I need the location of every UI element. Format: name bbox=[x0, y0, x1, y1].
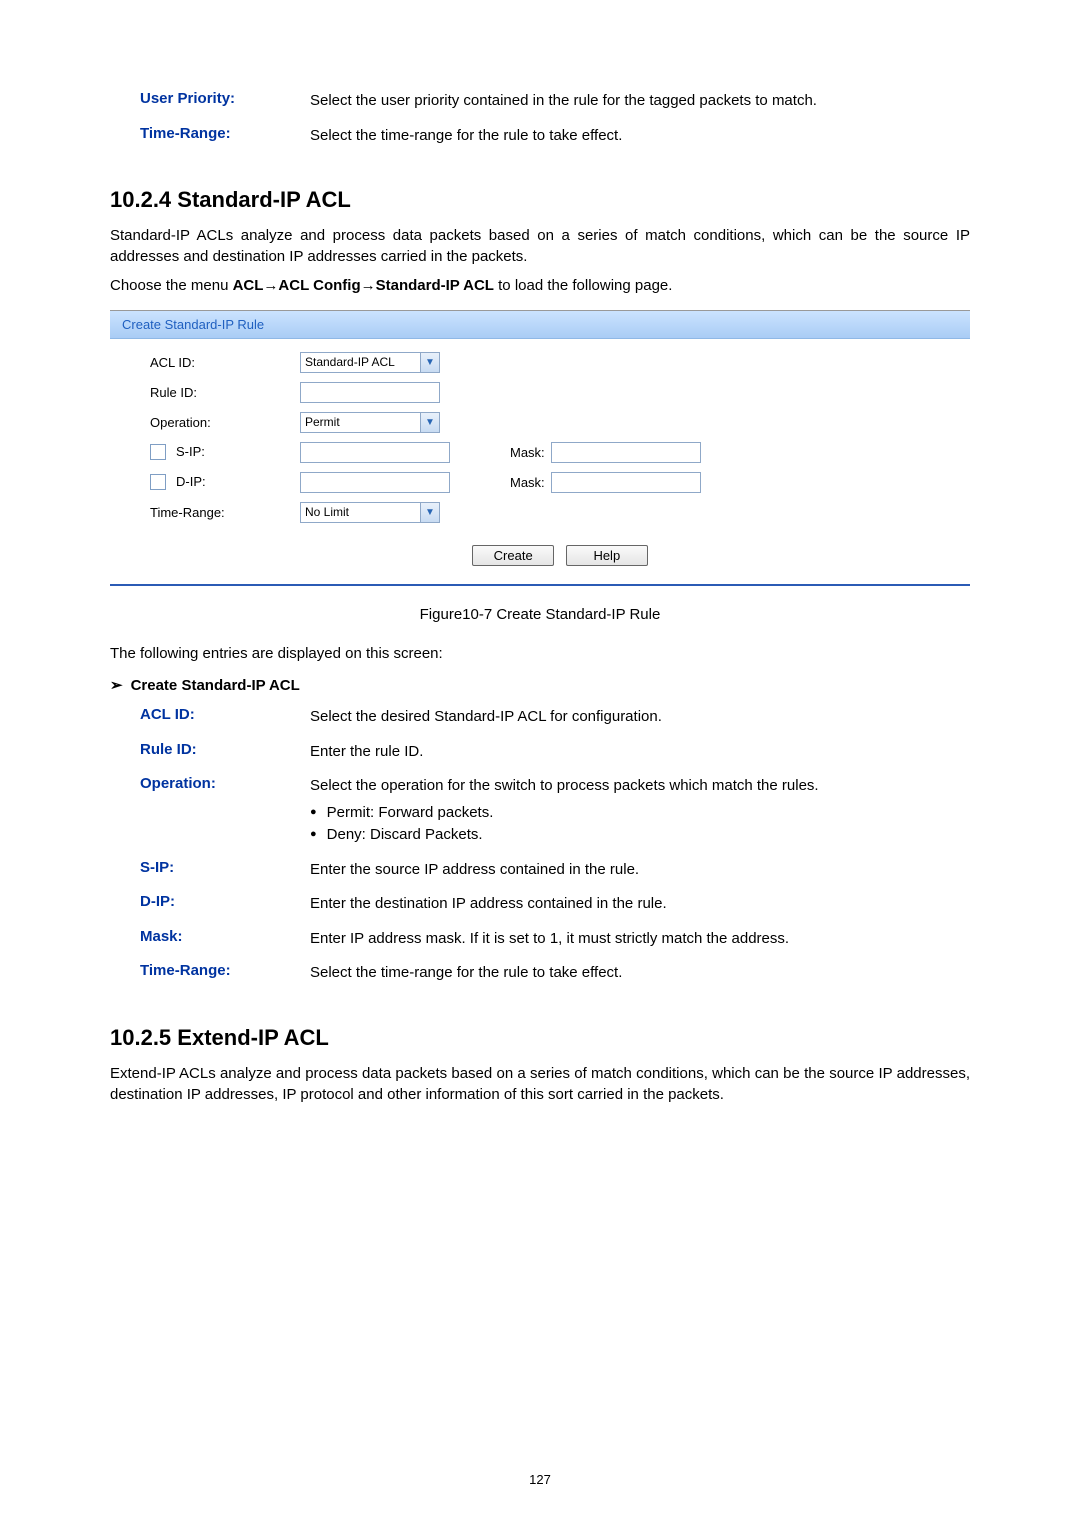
sip-input[interactable] bbox=[300, 442, 450, 463]
sip-mask-input[interactable] bbox=[551, 442, 701, 463]
section-para: Standard-IP ACLs analyze and process dat… bbox=[110, 225, 970, 267]
definition-desc: Select the operation for the switch to p… bbox=[310, 775, 970, 847]
definition-desc: Select the time-range for the rule to ta… bbox=[310, 962, 970, 985]
operation-label: Operation: bbox=[150, 415, 300, 430]
panel-body: ACL ID: Standard-IP ACL ▼ Rule ID: Opera… bbox=[110, 339, 970, 566]
acl-id-value: Standard-IP ACL bbox=[305, 355, 395, 369]
form-row-rule-id: Rule ID: bbox=[150, 377, 970, 407]
definition-label: ACL ID: bbox=[110, 706, 310, 729]
dip-checkbox[interactable] bbox=[150, 474, 166, 490]
section-para: Extend-IP ACLs analyze and process data … bbox=[110, 1063, 970, 1105]
form-row-time-range: Time-Range: No Limit ▼ bbox=[150, 497, 970, 527]
definition-label: Time-Range: bbox=[110, 962, 310, 985]
dip-label: D-IP: bbox=[150, 474, 300, 491]
definition-row: Mask:Enter IP address mask. If it is set… bbox=[110, 928, 970, 951]
definition-row: Rule ID:Enter the rule ID. bbox=[110, 741, 970, 764]
bullet-list: Permit: Forward packets.Deny: Discard Pa… bbox=[310, 802, 970, 847]
acl-id-select[interactable]: Standard-IP ACL ▼ bbox=[300, 352, 440, 373]
operation-select[interactable]: Permit ▼ bbox=[300, 412, 440, 433]
chevron-down-icon: ▼ bbox=[420, 503, 439, 522]
form-row-dip: D-IP: Mask: bbox=[150, 467, 970, 497]
button-row: Create Help bbox=[150, 545, 970, 566]
definition-desc: Select the user priority contained in th… bbox=[310, 90, 970, 113]
dip-text: D-IP: bbox=[176, 474, 206, 489]
definition-row: Time-Range:Select the time-range for the… bbox=[110, 962, 970, 985]
bullet-item: Deny: Discard Packets. bbox=[310, 824, 970, 847]
rule-id-input[interactable] bbox=[300, 382, 440, 403]
dip-mask-label: Mask: bbox=[510, 475, 545, 490]
arrow-bullet-icon: ➢ bbox=[110, 677, 123, 694]
definition-row: Operation:Select the operation for the s… bbox=[110, 775, 970, 847]
section-para: Choose the menu ACL→ACL Config→Standard-… bbox=[110, 275, 970, 296]
definition-label: D-IP: bbox=[110, 893, 310, 916]
sub-heading: ➢ Create Standard-IP ACL bbox=[110, 676, 970, 694]
chevron-down-icon: ▼ bbox=[420, 353, 439, 372]
menu-suffix: to load the following page. bbox=[494, 277, 672, 294]
figure-screenshot: Create Standard-IP Rule ACL ID: Standard… bbox=[110, 310, 970, 586]
menu-prefix: Choose the menu bbox=[110, 277, 233, 294]
definition-desc: Select the desired Standard-IP ACL for c… bbox=[310, 706, 970, 729]
definition-row: User Priority: Select the user priority … bbox=[110, 90, 970, 113]
form-row-sip: S-IP: Mask: bbox=[150, 437, 970, 467]
operation-value: Permit bbox=[305, 415, 340, 429]
definition-label: Rule ID: bbox=[110, 741, 310, 764]
figure-caption: Figure10-7 Create Standard-IP Rule bbox=[110, 606, 970, 623]
entries-intro: The following entries are displayed on t… bbox=[110, 643, 970, 664]
definition-desc: Enter the source IP address contained in… bbox=[310, 859, 970, 882]
form-row-acl-id: ACL ID: Standard-IP ACL ▼ bbox=[150, 347, 970, 377]
sip-text: S-IP: bbox=[176, 444, 205, 459]
definition-row: ACL ID:Select the desired Standard-IP AC… bbox=[110, 706, 970, 729]
sub-heading-text: Create Standard-IP ACL bbox=[131, 677, 300, 694]
panel-title: Create Standard-IP Rule bbox=[110, 311, 970, 339]
definition-row: Time-Range: Select the time-range for th… bbox=[110, 125, 970, 148]
help-button[interactable]: Help bbox=[566, 545, 648, 566]
section-heading-1024: 10.2.4 Standard-IP ACL bbox=[110, 187, 970, 213]
definition-row: S-IP:Enter the source IP address contain… bbox=[110, 859, 970, 882]
definition-label: User Priority: bbox=[110, 90, 310, 113]
definition-label: Operation: bbox=[110, 775, 310, 847]
sip-label: S-IP: bbox=[150, 444, 300, 461]
dip-input[interactable] bbox=[300, 472, 450, 493]
chevron-down-icon: ▼ bbox=[420, 413, 439, 432]
acl-id-label: ACL ID: bbox=[150, 355, 300, 370]
section-heading-1025: 10.2.5 Extend-IP ACL bbox=[110, 1025, 970, 1051]
definition-label: Mask: bbox=[110, 928, 310, 951]
sip-mask-label: Mask: bbox=[510, 445, 545, 460]
definition-row: D-IP:Enter the destination IP address co… bbox=[110, 893, 970, 916]
bullet-item: Permit: Forward packets. bbox=[310, 802, 970, 825]
menu-path: ACL→ACL Config→Standard-IP ACL bbox=[233, 277, 494, 294]
time-range-value: No Limit bbox=[305, 505, 349, 519]
create-button[interactable]: Create bbox=[472, 545, 554, 566]
document-page: User Priority: Select the user priority … bbox=[0, 0, 1080, 1527]
definition-desc: Select the time-range for the rule to ta… bbox=[310, 125, 970, 148]
definition-desc: Enter IP address mask. If it is set to 1… bbox=[310, 928, 970, 951]
time-range-label: Time-Range: bbox=[150, 505, 300, 520]
definition-desc: Enter the destination IP address contain… bbox=[310, 893, 970, 916]
rule-id-label: Rule ID: bbox=[150, 385, 300, 400]
dip-mask-input[interactable] bbox=[551, 472, 701, 493]
definition-label: Time-Range: bbox=[110, 125, 310, 148]
definition-desc: Enter the rule ID. bbox=[310, 741, 970, 764]
entries-list: ACL ID:Select the desired Standard-IP AC… bbox=[110, 706, 970, 985]
form-row-operation: Operation: Permit ▼ bbox=[150, 407, 970, 437]
page-number: 127 bbox=[0, 1472, 1080, 1487]
definition-label: S-IP: bbox=[110, 859, 310, 882]
time-range-select[interactable]: No Limit ▼ bbox=[300, 502, 440, 523]
sip-checkbox[interactable] bbox=[150, 444, 166, 460]
